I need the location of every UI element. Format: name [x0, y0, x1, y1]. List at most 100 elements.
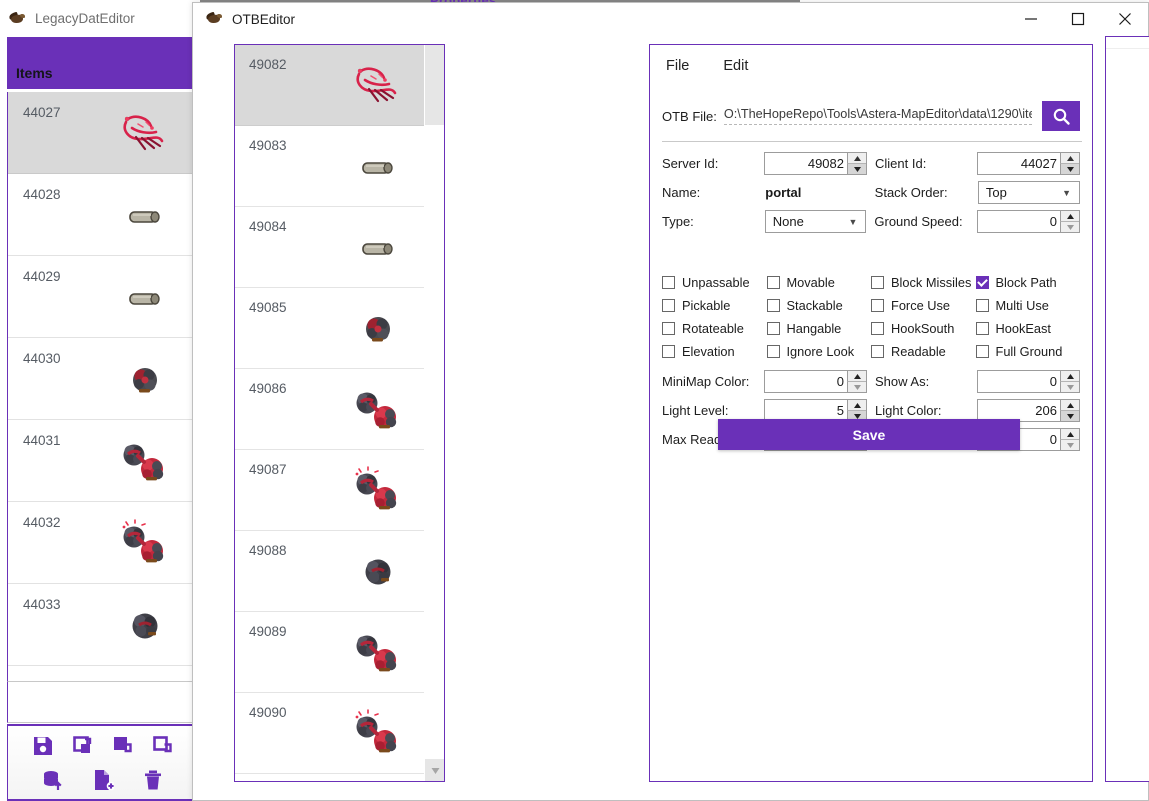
checkbox-readable[interactable]: Readable — [871, 344, 976, 359]
legacy-list-item[interactable]: 44031 — [8, 420, 196, 502]
otb-titlebar[interactable]: OTBEditor — [193, 3, 1148, 35]
show-as-input[interactable]: 0 — [977, 370, 1080, 393]
delete-icon[interactable] — [139, 766, 167, 794]
max-read-spinner[interactable] — [1060, 429, 1079, 450]
ground-speed-input[interactable]: 0 — [977, 210, 1080, 233]
save-button[interactable]: Save — [718, 419, 1020, 450]
otb-list-item[interactable]: 49086 — [235, 369, 425, 450]
checkbox-unpassable[interactable]: Unpassable — [662, 275, 767, 290]
checkbox-block-path[interactable]: Block Path — [975, 275, 1081, 290]
spinner-up-icon[interactable] — [847, 153, 866, 163]
spinner-up-icon[interactable] — [1060, 429, 1079, 439]
checkbox-elevation[interactable]: Elevation — [662, 344, 767, 359]
checkbox-movable[interactable]: Movable — [766, 275, 872, 290]
checkbox-force-use[interactable]: Force Use — [871, 298, 976, 313]
show-as-spinner[interactable] — [1060, 371, 1079, 392]
legacy-list-item[interactable]: 44027 — [8, 92, 196, 174]
legacy-list-item[interactable]: 44032 — [8, 502, 196, 584]
otb-item-list[interactable]: 49082 49083 49084 49085 49086 49087 4908… — [235, 45, 425, 781]
checkbox-box[interactable] — [766, 299, 780, 312]
otb-list-item[interactable]: 49089 — [235, 612, 425, 693]
otb-list-item[interactable]: 49084 — [235, 207, 425, 288]
checkbox-box[interactable] — [871, 276, 884, 289]
client-id-input[interactable]: 44027 — [977, 152, 1080, 175]
otb-list-item[interactable]: 49083 — [235, 126, 425, 207]
checkbox-block-missiles[interactable]: Block Missiles — [871, 275, 976, 290]
checkbox-stackable[interactable]: Stackable — [766, 298, 872, 313]
legacy-list-item[interactable]: 44034 — [8, 666, 196, 681]
server-id-spinner[interactable] — [847, 153, 866, 174]
light-color-spinner[interactable] — [1060, 400, 1079, 421]
checkmark-icon[interactable] — [975, 276, 989, 289]
checkbox-box[interactable] — [766, 276, 780, 289]
checkbox-hooksouth[interactable]: HookSouth — [871, 321, 976, 336]
spinner-down-icon[interactable] — [1060, 410, 1079, 421]
legacy-list-item[interactable]: 44028 — [8, 174, 196, 256]
stack-order-select[interactable]: Top ▼ — [977, 181, 1081, 204]
spinner-down-icon[interactable] — [847, 163, 866, 174]
spinner-up-icon[interactable] — [847, 371, 866, 381]
maximize-button[interactable] — [1054, 3, 1101, 35]
import-icon[interactable] — [149, 732, 177, 760]
spinner-up-icon[interactable] — [847, 400, 866, 410]
checkbox-box[interactable] — [766, 322, 780, 335]
database-upload-icon[interactable] — [39, 766, 67, 794]
checkbox-hookeast[interactable]: HookEast — [975, 321, 1081, 336]
checkbox-box[interactable] — [871, 299, 884, 312]
minimap-color-spinner[interactable] — [847, 371, 866, 392]
scrollbar-thumb[interactable] — [425, 45, 444, 125]
client-id-spinner[interactable] — [1060, 153, 1079, 174]
checkbox-hangable[interactable]: Hangable — [766, 321, 872, 336]
checkbox-box[interactable] — [662, 276, 675, 289]
spinner-down-icon[interactable] — [1060, 381, 1079, 392]
legacy-items-list[interactable]: 44027 44028 44029 44030 44031 44032 4403… — [7, 92, 197, 681]
checkbox-box[interactable] — [975, 322, 989, 335]
checkbox-box[interactable] — [975, 299, 989, 312]
type-select[interactable]: None ▼ — [764, 210, 867, 233]
otb-file-path-input[interactable]: O:\TheHopeRepo\Tools\Astera-MapEditor\da… — [723, 107, 1032, 125]
checkbox-full-ground[interactable]: Full Ground — [975, 344, 1081, 359]
spinner-down-icon[interactable] — [1060, 221, 1079, 232]
close-button[interactable] — [1101, 3, 1148, 35]
search-icon[interactable] — [1042, 101, 1080, 131]
otb-list-scrollbar[interactable] — [424, 45, 444, 781]
otb-right-empty-panel[interactable] — [1105, 36, 1149, 782]
checkbox-box[interactable] — [975, 345, 989, 358]
ground-speed-spinner[interactable] — [1060, 211, 1079, 232]
checkbox-rotateable[interactable]: Rotateable — [662, 321, 767, 336]
checkbox-box[interactable] — [871, 322, 884, 335]
otb-list-item[interactable]: 49087 — [235, 450, 425, 531]
export-icon[interactable] — [109, 732, 137, 760]
spinner-down-icon[interactable] — [1060, 439, 1079, 450]
light-level-spinner[interactable] — [847, 400, 866, 421]
otb-list-item[interactable]: 49088 — [235, 531, 425, 612]
spinner-up-icon[interactable] — [1060, 400, 1079, 410]
legacy-list-item[interactable]: 44030 — [8, 338, 196, 420]
checkbox-multi-use[interactable]: Multi Use — [975, 298, 1081, 313]
save-icon[interactable] — [29, 732, 57, 760]
menu-file[interactable]: File — [662, 55, 693, 77]
legacy-list-item[interactable]: 44029 — [8, 256, 196, 338]
checkbox-box[interactable] — [766, 345, 780, 358]
checkbox-box[interactable] — [662, 322, 675, 335]
spinner-up-icon[interactable] — [1060, 153, 1079, 163]
checkbox-pickable[interactable]: Pickable — [662, 298, 767, 313]
new-file-icon[interactable] — [89, 766, 117, 794]
minimap-color-input[interactable]: 0 — [764, 370, 867, 393]
spinner-down-icon[interactable] — [1060, 163, 1079, 174]
otb-list-item[interactable]: 49082 — [235, 45, 425, 126]
duplicate-icon[interactable] — [69, 732, 97, 760]
checkbox-ignore-look[interactable]: Ignore Look — [766, 344, 872, 359]
otb-list-item[interactable]: 49090 — [235, 693, 425, 774]
spinner-down-icon[interactable] — [847, 381, 866, 392]
spinner-up-icon[interactable] — [1060, 211, 1079, 221]
spinner-up-icon[interactable] — [1060, 371, 1079, 381]
checkbox-box[interactable] — [662, 345, 675, 358]
minimize-button[interactable] — [1007, 3, 1054, 35]
checkbox-box[interactable] — [871, 345, 884, 358]
otb-list-item[interactable]: 49085 — [235, 288, 425, 369]
server-id-input[interactable]: 49082 — [764, 152, 867, 175]
menu-edit[interactable]: Edit — [719, 55, 752, 77]
scroll-down-arrow-icon[interactable] — [425, 759, 444, 781]
checkbox-box[interactable] — [662, 299, 675, 312]
